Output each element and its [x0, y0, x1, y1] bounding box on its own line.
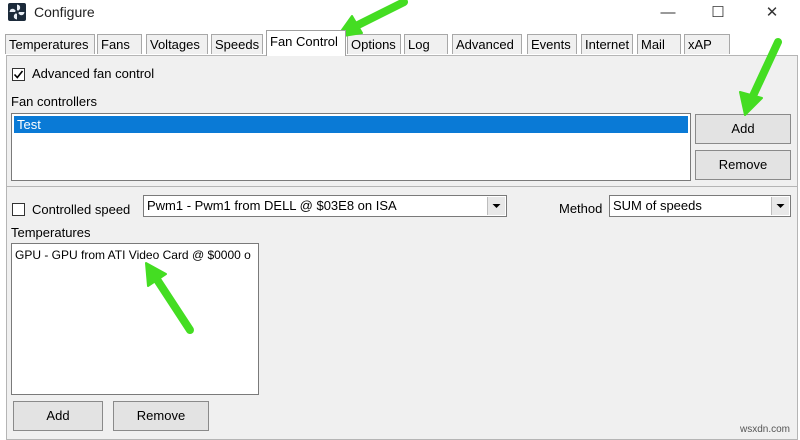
watermark: wsxdn.com [739, 424, 790, 435]
method-label: Method [559, 201, 603, 216]
remove-temperature-button[interactable]: Remove [113, 401, 209, 431]
tab-advanced[interactable]: Advanced [452, 34, 522, 54]
controlled-speed-checkbox[interactable] [12, 203, 25, 216]
tab-internet[interactable]: Internet [581, 34, 633, 54]
minimize-button[interactable]: — [648, 2, 688, 24]
add-temperature-button[interactable]: Add [13, 401, 103, 431]
divider [7, 186, 797, 187]
list-item[interactable]: GPU - GPU from ATI Video Card @ $0000 o [15, 248, 251, 262]
temperatures-list[interactable]: GPU - GPU from ATI Video Card @ $0000 o [11, 243, 259, 395]
title-bar: Configure — ☐ ✕ [0, 0, 800, 26]
tab-options[interactable]: Options [347, 34, 401, 54]
add-controller-button[interactable]: Add [695, 114, 791, 144]
temperatures-heading: Temperatures [11, 225, 91, 240]
controlled-speed-label: Controlled speed [32, 202, 131, 217]
tab-events[interactable]: Events [527, 34, 577, 54]
tab-xap[interactable]: xAP [684, 34, 730, 54]
list-item[interactable]: Test [14, 116, 688, 133]
advanced-fan-control-label: Advanced fan control [32, 66, 155, 81]
tab-voltages[interactable]: Voltages [146, 34, 208, 54]
tab-fans[interactable]: Fans [97, 34, 142, 54]
tab-speeds[interactable]: Speeds [211, 34, 263, 54]
method-value: SUM of speeds [613, 198, 702, 213]
remove-controller-button[interactable]: Remove [695, 150, 791, 180]
fan-controllers-heading: Fan controllers [11, 94, 97, 109]
tab-mail[interactable]: Mail [637, 34, 681, 54]
maximize-button[interactable]: ☐ [698, 2, 738, 24]
tab-log[interactable]: Log [404, 34, 448, 54]
advanced-fan-control-checkbox[interactable] [12, 68, 25, 81]
close-button[interactable]: ✕ [752, 2, 792, 24]
chevron-down-icon[interactable] [771, 197, 789, 215]
chevron-down-icon[interactable] [487, 197, 505, 215]
fan-controllers-list[interactable]: Test [11, 113, 691, 181]
window-title: Configure [34, 4, 95, 20]
controlled-speed-select[interactable]: Pwm1 - Pwm1 from DELL @ $03E8 on ISA [143, 195, 507, 217]
method-select[interactable]: SUM of speeds [609, 195, 791, 217]
tab-strip: Temperatures Fans Voltages Speeds Fan Co… [0, 30, 800, 56]
tab-temperatures[interactable]: Temperatures [5, 34, 95, 54]
fan-control-panel: Advanced fan control Fan controllers Tes… [6, 55, 798, 440]
tab-fan-control[interactable]: Fan Control [266, 30, 346, 56]
fan-app-icon [8, 3, 26, 21]
controlled-speed-value: Pwm1 - Pwm1 from DELL @ $03E8 on ISA [147, 198, 397, 213]
